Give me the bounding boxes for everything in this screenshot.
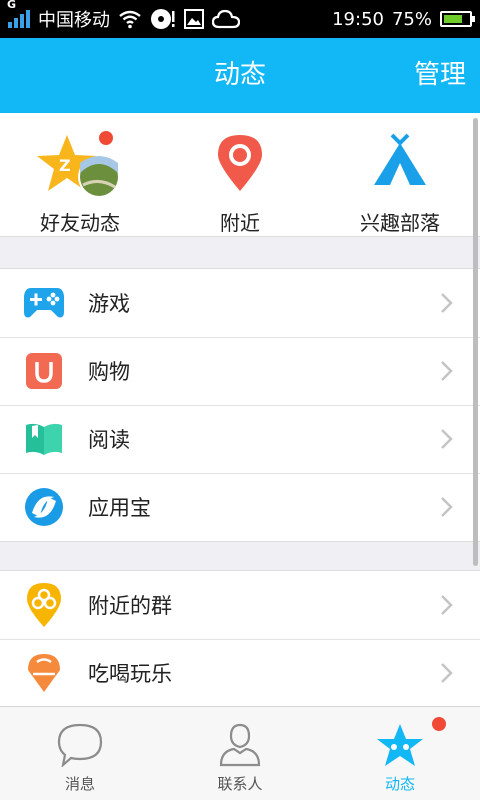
battery-icon (440, 11, 475, 27)
gamepad-icon (24, 288, 64, 318)
list-item-games[interactable]: 游戏 (0, 269, 480, 337)
chat-bubble-icon (57, 723, 103, 767)
list-item-label: 阅读 (88, 428, 130, 452)
manage-button[interactable]: 管理 (414, 38, 466, 113)
chevron-right-icon (441, 497, 453, 517)
quick-entry-label: 兴趣部落 (360, 211, 440, 235)
list-item-nearby-groups[interactable]: 附近的群 (0, 571, 480, 639)
cd-icon (151, 9, 175, 29)
clock: 19:50 (332, 8, 384, 30)
title-bar: 动态 管理 (0, 38, 480, 113)
tab-label: 联系人 (217, 775, 263, 793)
chevron-right-icon (441, 429, 453, 449)
signal-icon: G (7, 0, 30, 28)
battery-percent: 75% (391, 8, 432, 30)
quick-entry-label: 附近 (220, 211, 260, 235)
tab-contacts[interactable]: 联系人 (160, 707, 320, 800)
contact-person-icon (219, 723, 261, 767)
list-item-app-store[interactable]: 应用宝 (0, 473, 480, 541)
chevron-right-icon (441, 361, 453, 381)
tab-dynamics[interactable]: 动态 (320, 707, 480, 800)
bottom-tab-bar: 消息 联系人 动态 (0, 706, 480, 800)
list-item-label: 游戏 (88, 292, 130, 316)
svg-text:Z: Z (59, 156, 71, 175)
book-icon (26, 423, 62, 455)
shopping-bag-icon (26, 353, 62, 389)
tab-label: 动态 (384, 775, 415, 793)
tent-icon (374, 133, 426, 185)
quick-entries: Z 好友动态 附近 兴趣部落 (0, 113, 480, 237)
chevron-right-icon (441, 595, 453, 615)
quick-entry-label: 好友动态 (40, 211, 120, 235)
app-store-icon (25, 488, 63, 526)
notification-badge (99, 131, 113, 145)
list-item-shopping[interactable]: 购物 (0, 337, 480, 405)
status-bar: G 中国移动 19:50 75% (0, 0, 480, 38)
list-item-label: 应用宝 (88, 496, 151, 520)
scrollbar[interactable] (473, 118, 478, 566)
cloud-icon (212, 9, 240, 29)
location-pin-icon (218, 135, 262, 191)
list-item-label: 附近的群 (88, 594, 172, 618)
wifi-icon (119, 10, 141, 29)
notification-badge (432, 717, 446, 731)
interest-tribe-entry[interactable]: 兴趣部落 (320, 113, 480, 236)
chevron-right-icon (441, 293, 453, 313)
friends-feed-entry[interactable]: Z 好友动态 (0, 113, 160, 236)
nearby-group-icon (27, 583, 61, 627)
image-icon (184, 9, 204, 29)
star-icon (377, 724, 423, 766)
tab-messages[interactable]: 消息 (0, 707, 160, 800)
ice-cream-icon (28, 654, 60, 692)
chevron-right-icon (441, 663, 453, 683)
list-item-label: 吃喝玩乐 (88, 662, 172, 686)
tab-label: 消息 (64, 775, 95, 793)
page-title: 动态 (213, 60, 266, 90)
nearby-entry[interactable]: 附近 (160, 113, 320, 236)
local-list: 附近的群 吃喝玩乐 (0, 570, 480, 708)
list-item-reading[interactable]: 阅读 (0, 405, 480, 473)
list-item-label: 购物 (88, 360, 130, 384)
carrier-name: 中国移动 (38, 10, 110, 31)
network-type: G (7, 0, 17, 11)
list-item-food-fun[interactable]: 吃喝玩乐 (0, 639, 480, 707)
services-list: 游戏 购物 阅读 应用宝 (0, 268, 480, 542)
